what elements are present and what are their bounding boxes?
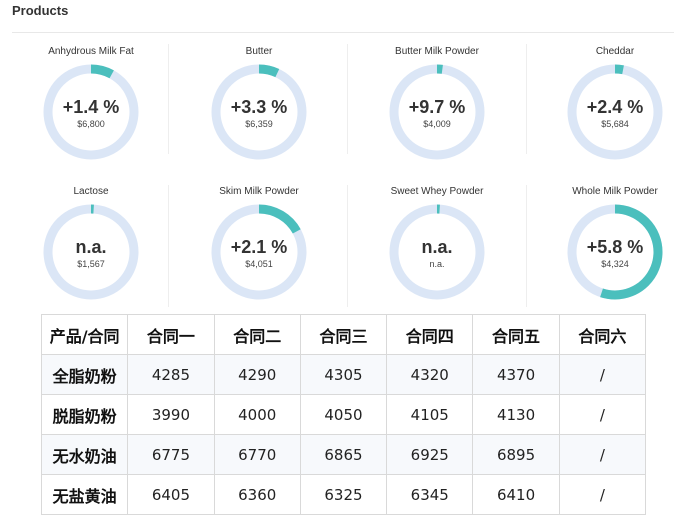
table-header-cell: 合同六 <box>558 314 647 355</box>
table-cell: 6775 <box>127 434 215 475</box>
price-value: $1,567 <box>77 258 105 269</box>
row-product-name: 无盐黄油 <box>40 474 129 515</box>
table-cell: 4320 <box>386 354 474 395</box>
row-product-name: 全脂奶粉 <box>40 354 129 395</box>
table-cell: / <box>558 434 647 475</box>
price-value: $4,051 <box>245 258 273 269</box>
product-name: Skim Milk Powder <box>219 186 299 197</box>
contract-price-table: 产品/合同 合同一 合同二 合同三 合同四 合同五 合同六 全脂奶粉 4285 … <box>40 314 647 515</box>
price-change-value: +5.8 % <box>586 236 644 257</box>
donut-center-label: +1.4 % $6,800 <box>41 62 141 162</box>
price-value: n.a. <box>429 258 445 269</box>
product-card: Butter Milk Powder +9.7 % $4,009 <box>348 46 526 186</box>
donut-center-label: +5.8 % $4,324 <box>565 202 665 302</box>
product-card: Cheddar +2.4 % $5,684 <box>526 46 674 186</box>
table-cell: 4000 <box>213 394 301 435</box>
price-value: $4,324 <box>601 258 629 269</box>
donut-center-label: n.a. $1,567 <box>41 202 141 302</box>
product-card: Whole Milk Powder +5.8 % $4,324 <box>526 186 674 326</box>
donut-center-label: +2.1 % $4,051 <box>209 202 309 302</box>
donut-center-label: n.a. n.a. <box>387 202 487 302</box>
product-name: Lactose <box>73 186 109 197</box>
table-header-cell: 产品/合同 <box>40 314 129 355</box>
product-name: Butter <box>245 46 273 57</box>
price-change-value: +1.4 % <box>62 96 120 117</box>
table-header-cell: 合同二 <box>213 314 301 355</box>
row-product-name: 无水奶油 <box>40 434 129 475</box>
product-name: Anhydrous Milk Fat <box>48 46 134 57</box>
product-card: Lactose n.a. $1,567 <box>2 186 180 326</box>
product-name: Whole Milk Powder <box>572 186 658 197</box>
table-cell: 4370 <box>472 354 560 395</box>
donut-center-label: +2.4 % $5,684 <box>565 62 665 162</box>
table-header-cell: 合同一 <box>127 314 215 355</box>
price-change-value: +9.7 % <box>408 96 466 117</box>
table-header-cell: 合同三 <box>299 314 388 355</box>
product-name: Butter Milk Powder <box>395 46 479 57</box>
table-cell: 4130 <box>472 394 560 435</box>
table-cell: 6325 <box>299 474 388 515</box>
table-cell: 3990 <box>127 394 215 435</box>
table-cell: 6865 <box>299 434 388 475</box>
table-header-cell: 合同四 <box>386 314 474 355</box>
price-value: $6,359 <box>245 118 273 129</box>
product-name: Cheddar <box>595 46 635 57</box>
table-cell: 4285 <box>127 354 215 395</box>
price-change-value: +2.4 % <box>586 96 644 117</box>
product-donut-grid: Anhydrous Milk Fat +1.4 % $6,800 Butter +3.3… <box>0 0 674 310</box>
product-card: Sweet Whey Powder n.a. n.a. <box>348 186 526 326</box>
table-row: 无水奶油 6775 6770 6865 6925 6895 / <box>40 434 647 475</box>
price-change-value: n.a. <box>75 236 107 257</box>
table-cell: / <box>558 394 647 435</box>
table-cell: 6925 <box>386 434 474 475</box>
table-cell: / <box>558 354 647 395</box>
donut-center-label: +9.7 % $4,009 <box>387 62 487 162</box>
row-product-name: 脱脂奶粉 <box>40 394 129 435</box>
table-cell: 4290 <box>213 354 301 395</box>
table-cell: 6770 <box>213 434 301 475</box>
table-cell: 6405 <box>127 474 215 515</box>
product-name: Sweet Whey Powder <box>390 186 484 197</box>
table-cell: 4105 <box>386 394 474 435</box>
price-change-value: n.a. <box>421 236 453 257</box>
table-row: 全脂奶粉 4285 4290 4305 4320 4370 / <box>40 354 647 395</box>
table-header-cell: 合同五 <box>472 314 560 355</box>
price-change-value: +2.1 % <box>230 236 288 257</box>
table-cell: 6895 <box>472 434 560 475</box>
table-row: 脱脂奶粉 3990 4000 4050 4105 4130 / <box>40 394 647 435</box>
product-card: Skim Milk Powder +2.1 % $4,051 <box>170 186 348 326</box>
product-card: Butter +3.3 % $6,359 <box>170 46 348 186</box>
table-cell: 6345 <box>386 474 474 515</box>
price-change-value: +3.3 % <box>230 96 288 117</box>
price-value: $5,684 <box>601 118 629 129</box>
product-card: Anhydrous Milk Fat +1.4 % $6,800 <box>2 46 180 186</box>
table-header-row: 产品/合同 合同一 合同二 合同三 合同四 合同五 合同六 <box>40 314 647 355</box>
table-row: 无盐黄油 6405 6360 6325 6345 6410 / <box>40 474 647 515</box>
table-cell: / <box>558 474 647 515</box>
table-cell: 6360 <box>213 474 301 515</box>
table-cell: 4050 <box>299 394 388 435</box>
price-value: $6,800 <box>77 118 105 129</box>
donut-center-label: +3.3 % $6,359 <box>209 62 309 162</box>
price-value: $4,009 <box>423 118 451 129</box>
table-cell: 6410 <box>472 474 560 515</box>
table-cell: 4305 <box>299 354 388 395</box>
